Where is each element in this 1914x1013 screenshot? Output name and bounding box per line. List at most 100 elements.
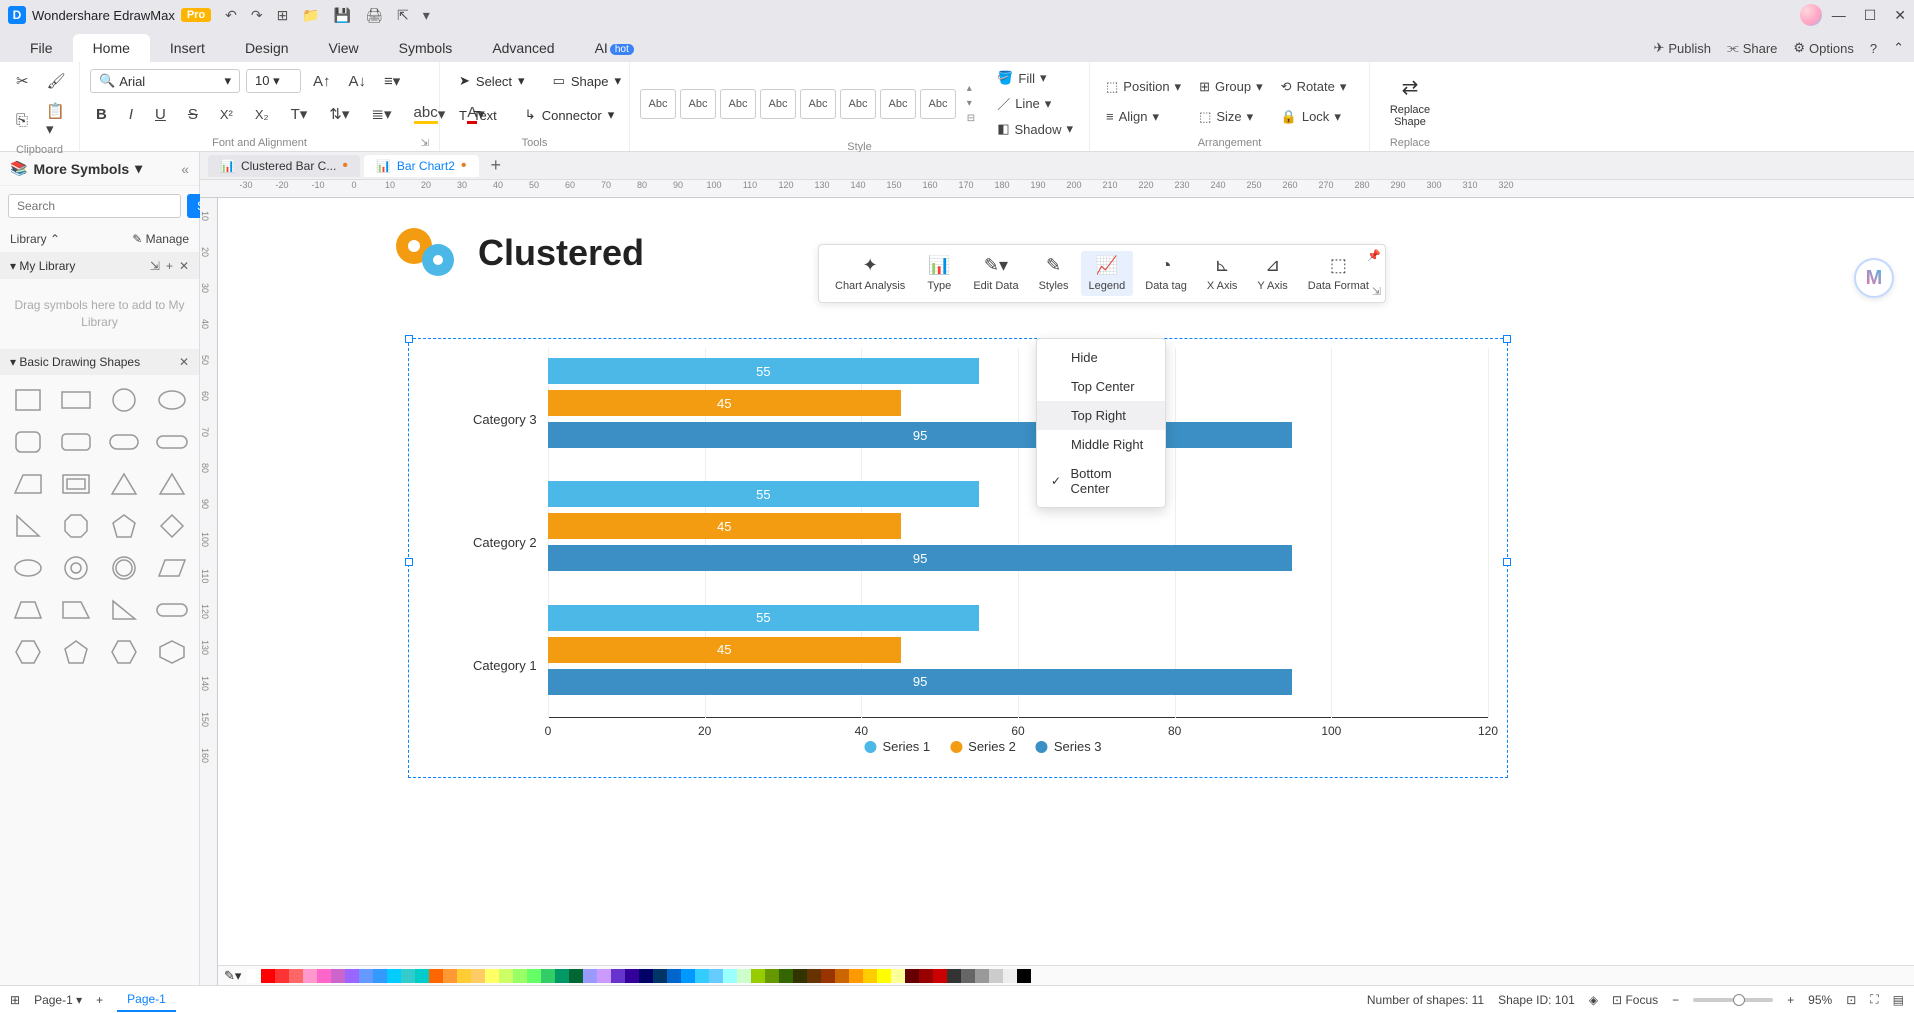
help-button[interactable]: ? [1870,41,1877,56]
zoom-out-button[interactable]: − [1672,993,1679,1007]
decrease-font-icon[interactable]: A↓ [343,69,373,94]
italic-icon[interactable]: I [123,102,139,127]
color-swatch[interactable] [709,969,723,983]
color-swatch[interactable] [401,969,415,983]
shape-hex3[interactable] [152,635,192,669]
shape-right-triangle[interactable] [8,509,48,543]
redo-icon[interactable]: ↷ [251,7,263,24]
legend-button[interactable]: 📈Legend [1081,251,1134,296]
shape-frame[interactable] [56,467,96,501]
shape-pill[interactable] [104,425,144,459]
share-button[interactable]: ⫘Share [1727,40,1777,56]
position-button[interactable]: ⬚ Position▾ [1100,77,1187,97]
menu-ai[interactable]: AIhot [575,34,654,62]
shape-hexagon[interactable] [8,635,48,669]
color-swatch[interactable] [765,969,779,983]
library-dropdown[interactable]: Library ⌃ [10,232,60,246]
color-swatch[interactable] [751,969,765,983]
color-swatch[interactable] [541,969,555,983]
color-swatch[interactable] [667,969,681,983]
color-swatch[interactable] [429,969,443,983]
add-icon[interactable]: + [166,259,173,273]
chart-type-button[interactable]: 📊Type [917,251,961,296]
shape-triangle2[interactable] [152,467,192,501]
shape-hex2[interactable] [104,635,144,669]
maximize-icon[interactable]: ☐ [1864,7,1877,24]
shape-oval[interactable] [152,383,192,417]
color-swatch[interactable] [303,969,317,983]
color-swatch[interactable] [695,969,709,983]
color-swatch[interactable] [863,969,877,983]
fill-button[interactable]: 🪣 Fill▾ [991,68,1079,88]
ai-assistant-button[interactable]: M [1854,258,1894,298]
shape-ring[interactable] [104,551,144,585]
close-lib-icon[interactable]: ✕ [179,259,189,273]
add-page-button[interactable]: + [96,993,103,1007]
publish-button[interactable]: ✈Publish [1653,40,1711,56]
subscript-icon[interactable]: X₂ [249,103,275,126]
bar[interactable]: 45 [548,390,901,416]
bar[interactable]: 95 [548,669,1292,695]
list-icon[interactable]: ≣▾ [365,101,397,127]
shape-tool[interactable]: ▭ Shape▾ [544,68,630,94]
color-swatch[interactable] [779,969,793,983]
gallery-up-icon[interactable]: ▴ [967,83,975,94]
lock-button[interactable]: 🔒 Lock▾ [1275,107,1353,127]
style-swatch[interactable]: Abc [840,89,876,119]
color-swatch[interactable] [919,969,933,983]
color-swatch[interactable] [289,969,303,983]
canvas[interactable]: Clustered 020406080100120Category 355459… [218,198,1914,965]
rotate-button[interactable]: ⟲ Rotate▾ [1275,77,1353,97]
text-tool[interactable]: T Text [450,102,506,128]
shape-trap3[interactable] [56,593,96,627]
options-button[interactable]: ⚙Options [1793,40,1853,56]
color-swatch[interactable] [317,969,331,983]
menu-symbols[interactable]: Symbols [379,34,473,62]
page-selector[interactable]: Page-1 ▾ [34,993,82,1007]
color-swatch[interactable] [639,969,653,983]
shape-ellipse[interactable] [8,551,48,585]
color-swatch[interactable] [359,969,373,983]
color-swatch[interactable] [737,969,751,983]
font-family-select[interactable]: 🔍Arial▾ [90,69,240,93]
color-swatch[interactable] [527,969,541,983]
gallery-more-icon[interactable]: ⊟ [967,113,975,124]
collapse-ribbon-button[interactable]: ⌃ [1893,40,1904,56]
export-icon[interactable]: ⇱ [397,7,409,24]
bold-icon[interactable]: B [90,102,113,127]
color-swatch[interactable] [989,969,1003,983]
color-swatch[interactable] [583,969,597,983]
color-swatch[interactable] [877,969,891,983]
user-avatar[interactable] [1800,4,1822,26]
qat-more-icon[interactable]: ▾ [423,7,430,24]
color-swatch[interactable] [1017,969,1031,983]
import-icon[interactable]: ⇲ [150,259,160,273]
legend-option-top-center[interactable]: Top Center [1037,372,1165,401]
color-swatch[interactable] [387,969,401,983]
color-swatch[interactable] [443,969,457,983]
menu-insert[interactable]: Insert [150,34,225,62]
layers-icon[interactable]: ◈ [1589,993,1598,1007]
underline-icon[interactable]: U [149,102,172,127]
color-swatch[interactable] [807,969,821,983]
format-painter-icon[interactable]: 🖌 [41,68,72,94]
color-swatch[interactable] [821,969,835,983]
shape-rect[interactable] [56,383,96,417]
shape-parallelogram[interactable] [152,551,192,585]
color-swatch[interactable] [947,969,961,983]
legend-option-middle-right[interactable]: Middle Right [1037,430,1165,459]
fullscreen-icon[interactable]: ⛶ [1870,992,1878,1007]
bar[interactable]: 95 [548,422,1292,448]
style-swatch[interactable]: Abc [800,89,836,119]
bar[interactable]: 55 [548,605,979,631]
strikethrough-icon[interactable]: S [182,102,204,127]
color-swatch[interactable] [555,969,569,983]
color-swatch[interactable] [681,969,695,983]
color-swatch[interactable] [1003,969,1017,983]
color-swatch[interactable] [499,969,513,983]
data-tag-button[interactable]: ◔Data tag [1137,251,1195,296]
open-icon[interactable]: 📁 [302,7,319,24]
legend-option-top-right[interactable]: Top Right [1037,401,1165,430]
bar[interactable]: 55 [548,481,979,507]
doc-tab-1[interactable]: 📊 Clustered Bar C...• [208,155,360,177]
